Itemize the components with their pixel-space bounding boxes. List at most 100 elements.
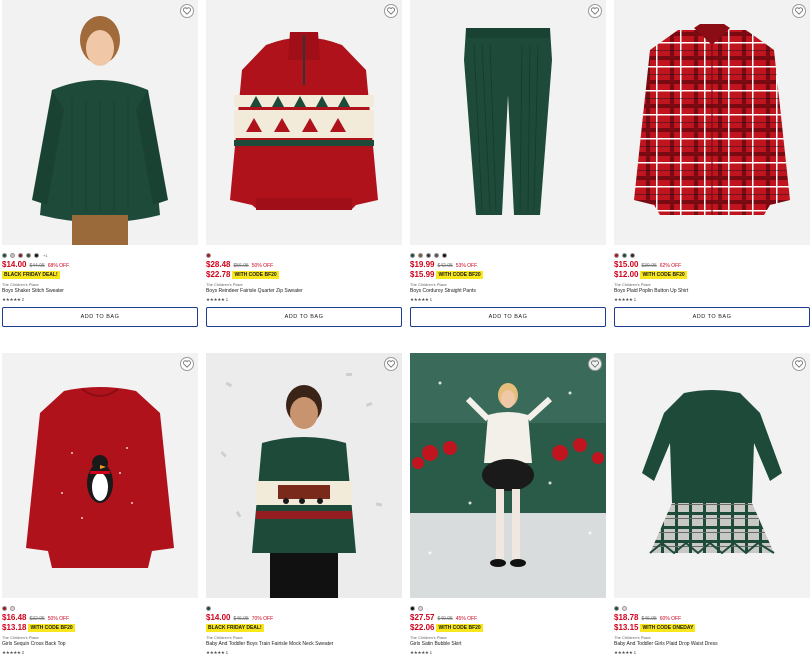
product-card[interactable]: $28.48 $56.95 50% OFF $22.78 WITH CODE B… [206,0,402,327]
color-swatches [614,253,810,258]
color-swatch[interactable] [2,253,7,258]
color-swatch[interactable] [206,606,211,611]
rating-stars: ★★★★★ 1 [206,650,229,655]
promo-badge: WITH CODE BF20 [232,270,279,279]
product-card[interactable]: $19.99 $42.95 53% OFF $15.99 WITH CODE B… [410,0,606,327]
add-to-bag-button[interactable]: ADD TO BAG [410,307,606,327]
add-to-bag-button[interactable]: ADD TO BAG [614,307,810,327]
color-swatch[interactable] [206,253,211,258]
product-image[interactable] [2,0,198,245]
original-price: $32.95 [29,616,45,622]
product-card[interactable]: $27.57 $49.95 45% OFF $22.06 WITH CODE B… [410,353,606,656]
color-swatch[interactable] [26,253,31,258]
color-swatch[interactable] [34,253,39,258]
rating-stars: ★★★★★ 1 [410,297,433,302]
product-name[interactable]: Boys Plaid Poplin Button Up Shirt [614,288,810,295]
product-name[interactable]: Baby And Toddler Girls Plaid Drop Waist … [614,641,810,648]
rating-count: 2 [21,297,25,302]
rating-stars: ★★★★★ 1 [206,297,228,302]
discount-label: 45% OFF [455,616,478,622]
color-swatch[interactable] [622,606,627,611]
product-card[interactable]: $16.48 $32.95 50% OFF $13.18 WITH CODE B… [2,353,198,656]
product-name[interactable]: Boys Reindeer Fairisle Quarter Zip Sweat… [206,288,402,295]
product-image[interactable] [410,353,606,598]
product-image[interactable] [206,353,402,598]
original-price: $39.95 [641,263,657,269]
rating-stars: ★★★★★ 1 [410,650,433,655]
product-name[interactable]: Baby And Toddler Boys Train Fairisle Moc… [206,641,402,648]
promo-price: $15.99 [410,270,435,279]
color-swatch[interactable] [622,253,627,258]
wishlist-heart-icon[interactable] [384,357,398,371]
promo-badge: WITH CODE BF20 [436,623,483,632]
color-swatch[interactable] [10,253,15,258]
discount-label: 70% OFF [251,616,274,622]
color-swatch[interactable] [418,606,423,611]
rating-count: 1 [429,297,433,302]
rating-stars: ★★★★★ 2 [2,650,24,655]
sale-price: $14.00 [206,613,231,622]
sale-price: $14.00 [2,260,27,269]
product-image[interactable] [410,0,606,245]
rating-count: 1 [429,650,433,655]
rating-count: 1 [225,650,229,655]
discount-label: 50% OFF [251,263,274,269]
sale-price: $27.57 [410,613,435,622]
promo-price: $22.78 [206,270,231,279]
color-swatch[interactable] [2,606,7,611]
wishlist-heart-icon[interactable] [792,357,806,371]
add-to-bag-button[interactable]: ADD TO BAG [206,307,402,327]
wishlist-heart-icon[interactable] [588,4,602,18]
color-swatch[interactable] [614,253,619,258]
color-swatch[interactable] [614,606,619,611]
color-swatch[interactable] [630,253,635,258]
discount-label: 68% OFF [47,263,70,269]
color-swatches [206,253,402,258]
color-swatch[interactable] [18,253,23,258]
color-swatches [410,253,606,258]
wishlist-heart-icon[interactable] [180,4,194,18]
promo-badge: WITH CODE BF20 [28,623,75,632]
sale-price: $28.48 [206,260,231,269]
color-swatch[interactable] [410,253,415,258]
wishlist-heart-icon[interactable] [384,4,398,18]
color-swatches [206,606,402,611]
rating-stars: ★★★★★ 1 [614,650,637,655]
color-swatch[interactable] [10,606,15,611]
brand-name: The Children's Place [614,282,651,287]
product-image[interactable] [206,0,402,245]
color-swatch[interactable] [442,253,447,258]
product-image[interactable] [614,0,810,245]
color-swatch[interactable] [418,253,423,258]
product-card[interactable]: $18.78 $46.95 60% OFF $13.15 WITH CODE O… [614,353,810,656]
more-colors[interactable]: +1 [43,253,48,258]
sale-price: $16.48 [2,613,27,622]
original-price: $46.95 [641,616,657,622]
product-name[interactable]: Boys Shaker Stitch Sweater [2,288,198,295]
wishlist-heart-icon[interactable] [588,357,602,371]
color-swatch[interactable] [410,606,415,611]
wishlist-heart-icon[interactable] [180,357,194,371]
add-to-bag-button[interactable]: ADD TO BAG [2,307,198,327]
original-price: $42.95 [437,263,453,269]
color-swatches [614,606,810,611]
color-swatch[interactable] [426,253,431,258]
original-price: $56.95 [233,263,249,269]
product-image[interactable] [614,353,810,598]
product-image[interactable] [2,353,198,598]
rating-count: 1 [633,650,637,655]
original-price: $49.95 [437,616,453,622]
product-name[interactable]: Girls Sequin Cross Back Top [2,641,198,648]
wishlist-heart-icon[interactable] [792,4,806,18]
product-card[interactable]: $14.00 $46.95 70% OFF BLACK FRIDAY DEAL!… [206,353,402,656]
color-swatch[interactable] [434,253,439,258]
product-name[interactable]: Boys Corduroy Straight Pants [410,288,606,295]
product-name[interactable]: Girls Satin Bubble Skirt [410,641,606,648]
brand-name: The Children's Place [2,635,39,640]
product-card[interactable]: $15.00 $39.95 62% OFF $12.00 WITH CODE B… [614,0,810,327]
promo-price: $13.15 [614,623,639,632]
sale-price: $18.78 [614,613,639,622]
product-card[interactable]: +1 $14.00 $44.95 68% OFF BLACK FRIDAY DE… [2,0,198,327]
discount-label: 53% OFF [455,263,478,269]
promo-price: $12.00 [614,270,639,279]
